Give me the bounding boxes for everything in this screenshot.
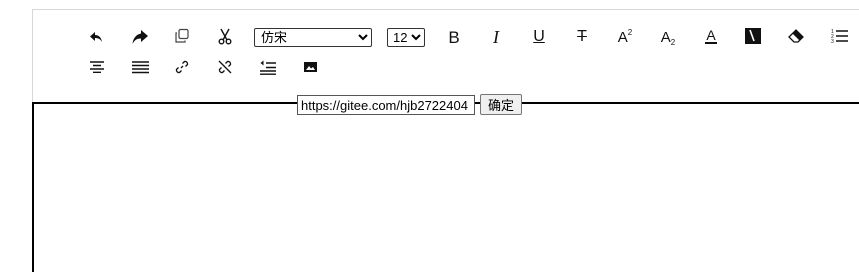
redo-icon (131, 29, 149, 45)
redo-button[interactable] (127, 26, 153, 48)
font-color-icon: A (705, 27, 717, 44)
font-family-select[interactable]: 仿宋 (254, 28, 372, 47)
undo-button[interactable] (84, 26, 110, 48)
link-icon (174, 59, 190, 75)
ordered-list-button[interactable]: 1 2 3 (827, 25, 853, 47)
insert-image-button[interactable] (297, 56, 323, 78)
copy-button[interactable] (169, 25, 195, 47)
outdent-icon (260, 60, 276, 75)
align-justify-button[interactable] (127, 56, 153, 78)
eraser-icon (787, 28, 805, 44)
subscript-icon: A 2 (660, 28, 676, 47)
background-color-icon (745, 28, 761, 44)
image-icon (303, 62, 317, 72)
italic-icon: I (493, 27, 499, 47)
underline-icon: U (533, 28, 545, 45)
svg-text:3: 3 (831, 39, 834, 44)
cut-icon (217, 28, 233, 45)
superscript-icon: A 2 (617, 27, 633, 46)
link-url-input[interactable] (297, 95, 475, 115)
font-color-button[interactable]: A (698, 25, 724, 47)
bold-icon: B (448, 27, 460, 47)
unlink-icon (217, 59, 233, 75)
superscript-button[interactable]: A 2 (612, 26, 638, 48)
superscript-mark: 2 (627, 27, 633, 37)
superscript-base: A (617, 28, 628, 46)
strikethrough-button[interactable]: T (569, 26, 595, 48)
bold-button[interactable]: B (441, 26, 467, 48)
link-button[interactable] (169, 56, 195, 78)
italic-button[interactable]: I (483, 26, 509, 48)
outdent-button[interactable] (255, 56, 281, 78)
confirm-link-button[interactable]: 确定 (480, 94, 522, 115)
cut-button[interactable] (212, 25, 238, 47)
subscript-mark: 2 (670, 37, 676, 47)
unlink-button[interactable] (212, 56, 238, 78)
background-color-button[interactable] (740, 25, 766, 47)
align-justify-icon (131, 60, 149, 74)
font-size-select[interactable]: 12 (387, 28, 425, 47)
align-center-icon (90, 61, 104, 73)
strikethrough-icon: T (577, 28, 587, 45)
align-center-button[interactable] (84, 56, 110, 78)
editor-content-area[interactable] (32, 102, 859, 272)
underline-button[interactable]: U (526, 26, 552, 48)
eraser-button[interactable] (783, 25, 809, 47)
subscript-button[interactable]: A 2 (655, 26, 681, 48)
subscript-base: A (660, 28, 671, 46)
copy-icon (174, 28, 190, 44)
ordered-list-icon: 1 2 3 (831, 28, 849, 44)
undo-icon (89, 30, 105, 44)
